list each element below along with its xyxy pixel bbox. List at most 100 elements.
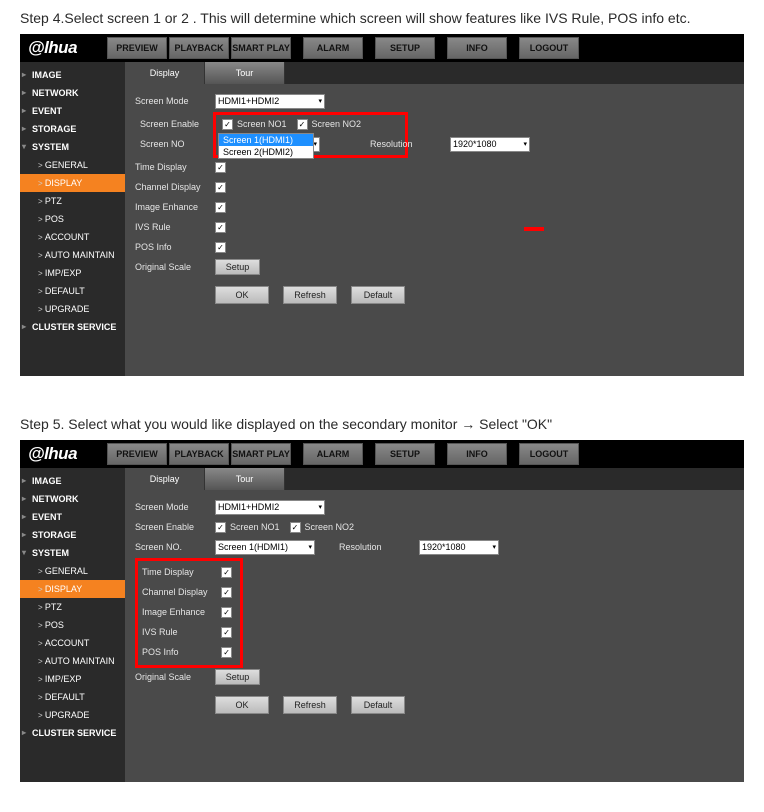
chk-time-display[interactable]: ✓ <box>221 567 232 578</box>
nav-setup[interactable]: SETUP <box>375 443 435 465</box>
chevron-down-icon: ▾ <box>318 503 322 511</box>
chk-ivs-rule[interactable]: ✓ <box>215 222 226 233</box>
btn-setup[interactable]: Setup <box>215 669 260 685</box>
btn-setup[interactable]: Setup <box>215 259 260 275</box>
tab-tour[interactable]: Tour <box>205 468 285 490</box>
chk-image-enhance[interactable]: ✓ <box>215 202 226 213</box>
chk-pos-info[interactable]: ✓ <box>215 242 226 253</box>
chk-screen1[interactable]: ✓ <box>222 119 233 130</box>
chklbl-screen1: Screen NO1 <box>237 119 287 129</box>
side-automaintain[interactable]: AUTO MAINTAIN <box>20 652 125 670</box>
nav-logout[interactable]: LOGOUT <box>519 443 579 465</box>
lbl-channel-display: Channel Display <box>142 587 221 597</box>
topnav: PREVIEW PLAYBACK SMART PLAY ALARM SETUP … <box>107 37 579 59</box>
chk-ivs-rule[interactable]: ✓ <box>221 627 232 638</box>
nav-preview[interactable]: PREVIEW <box>107 443 167 465</box>
tabbar: Display Tour <box>125 468 744 490</box>
content-panel: Display Tour Screen Mode HDMI1+HDMI2▾ Sc… <box>125 468 744 782</box>
side-image[interactable]: IMAGE <box>20 66 125 84</box>
nav-preview[interactable]: PREVIEW <box>107 37 167 59</box>
lbl-screen-no: Screen NO <box>140 139 220 149</box>
side-account[interactable]: ACCOUNT <box>20 634 125 652</box>
nav-logout[interactable]: LOGOUT <box>519 37 579 59</box>
side-ptz[interactable]: PTZ <box>20 192 125 210</box>
sel-resolution[interactable]: 1920*1080▾ <box>450 137 530 152</box>
lbl-screen-enable: Screen Enable <box>135 522 215 532</box>
side-image[interactable]: IMAGE <box>20 472 125 490</box>
brand-logo: @lhua <box>28 444 77 464</box>
sidebar: IMAGE NETWORK EVENT STORAGE SYSTEM GENER… <box>20 62 125 376</box>
chk-time-display[interactable]: ✓ <box>215 162 226 173</box>
btn-ok[interactable]: OK <box>215 286 269 304</box>
tab-tour[interactable]: Tour <box>205 62 285 84</box>
side-impexp[interactable]: IMP/EXP <box>20 670 125 688</box>
opt-screen2[interactable]: Screen 2(HDMI2) <box>219 146 313 158</box>
side-network[interactable]: NETWORK <box>20 490 125 508</box>
opt-screen1[interactable]: Screen 1(HDMI1) <box>219 134 313 146</box>
sel-resolution[interactable]: 1920*1080▾ <box>419 540 499 555</box>
step4-heading: Step 4.Select screen 1 or 2 . This will … <box>0 0 764 34</box>
nav-info[interactable]: INFO <box>447 37 507 59</box>
topbar: @lhua PREVIEW PLAYBACK SMART PLAY ALARM … <box>20 34 744 62</box>
chk-channel-display[interactable]: ✓ <box>215 182 226 193</box>
side-pos[interactable]: POS <box>20 616 125 634</box>
content-panel: Display Tour Screen Mode HDMI1+HDMI2▾ Sc… <box>125 62 744 376</box>
chk-screen1[interactable]: ✓ <box>215 522 226 533</box>
side-general[interactable]: GENERAL <box>20 562 125 580</box>
btn-default[interactable]: Default <box>351 286 405 304</box>
tab-display[interactable]: Display <box>125 62 205 84</box>
chk-screen2[interactable]: ✓ <box>297 119 308 130</box>
chk-image-enhance[interactable]: ✓ <box>221 607 232 618</box>
btn-refresh[interactable]: Refresh <box>283 696 337 714</box>
side-account[interactable]: ACCOUNT <box>20 228 125 246</box>
nav-playback[interactable]: PLAYBACK <box>169 37 229 59</box>
lbl-pos-info: POS Info <box>135 242 215 252</box>
nav-smartplay[interactable]: SMART PLAY <box>231 443 291 465</box>
nav-info[interactable]: INFO <box>447 443 507 465</box>
btn-refresh[interactable]: Refresh <box>283 286 337 304</box>
side-display[interactable]: DISPLAY <box>20 580 125 598</box>
side-system[interactable]: SYSTEM <box>20 544 125 562</box>
side-display[interactable]: DISPLAY <box>20 174 125 192</box>
side-general[interactable]: GENERAL <box>20 156 125 174</box>
nav-alarm[interactable]: ALARM <box>303 443 363 465</box>
side-storage[interactable]: STORAGE <box>20 526 125 544</box>
nav-smartplay[interactable]: SMART PLAY <box>231 37 291 59</box>
side-storage[interactable]: STORAGE <box>20 120 125 138</box>
side-ptz[interactable]: PTZ <box>20 598 125 616</box>
chk-pos-info[interactable]: ✓ <box>221 647 232 658</box>
tab-display[interactable]: Display <box>125 468 205 490</box>
lbl-pos-info: POS Info <box>142 647 221 657</box>
side-pos[interactable]: POS <box>20 210 125 228</box>
side-impexp[interactable]: IMP/EXP <box>20 264 125 282</box>
nav-playback[interactable]: PLAYBACK <box>169 443 229 465</box>
side-event[interactable]: EVENT <box>20 102 125 120</box>
side-network[interactable]: NETWORK <box>20 84 125 102</box>
sel-screen-no[interactable]: Screen 1(HDMI1)▾ <box>215 540 315 555</box>
nav-setup[interactable]: SETUP <box>375 37 435 59</box>
tabbar: Display Tour <box>125 62 744 84</box>
btn-ok[interactable]: OK <box>215 696 269 714</box>
sel-screen-mode[interactable]: HDMI1+HDMI2▾ <box>215 500 325 515</box>
side-cluster[interactable]: CLUSTER SERVICE <box>20 318 125 336</box>
side-upgrade[interactable]: UPGRADE <box>20 706 125 724</box>
side-automaintain[interactable]: AUTO MAINTAIN <box>20 246 125 264</box>
lbl-resolution: Resolution <box>339 542 419 552</box>
btn-default[interactable]: Default <box>351 696 405 714</box>
nav-alarm[interactable]: ALARM <box>303 37 363 59</box>
chevron-down-icon: ▾ <box>318 97 322 105</box>
side-default[interactable]: DEFAULT <box>20 688 125 706</box>
lbl-resolution: Resolution <box>370 139 450 149</box>
sel-screen-mode[interactable]: HDMI1+HDMI2▾ <box>215 94 325 109</box>
chk-screen2[interactable]: ✓ <box>290 522 301 533</box>
screen-no-dropdown-open[interactable]: Screen 1(HDMI1) Screen 2(HDMI2) <box>218 133 314 159</box>
side-default[interactable]: DEFAULT <box>20 282 125 300</box>
brand-logo: @lhua <box>28 38 77 58</box>
side-upgrade[interactable]: UPGRADE <box>20 300 125 318</box>
side-cluster[interactable]: CLUSTER SERVICE <box>20 724 125 742</box>
chk-channel-display[interactable]: ✓ <box>221 587 232 598</box>
side-event[interactable]: EVENT <box>20 508 125 526</box>
chevron-down-icon: ▾ <box>308 543 312 551</box>
side-system[interactable]: SYSTEM <box>20 138 125 156</box>
app-screenshot-1: @lhua PREVIEW PLAYBACK SMART PLAY ALARM … <box>20 34 744 376</box>
